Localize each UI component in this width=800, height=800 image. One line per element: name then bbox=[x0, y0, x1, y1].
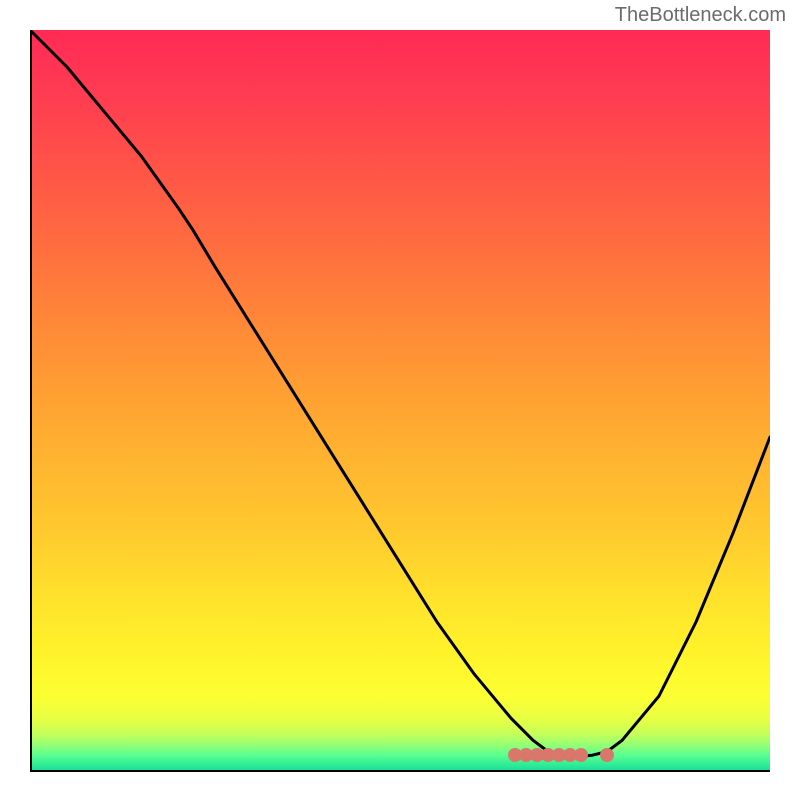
chart-plot-area bbox=[30, 30, 770, 770]
range-marker bbox=[530, 748, 544, 762]
x-axis bbox=[30, 770, 770, 772]
range-marker bbox=[563, 748, 577, 762]
range-marker bbox=[519, 748, 533, 762]
watermark-text: TheBottleneck.com bbox=[615, 4, 786, 27]
range-marker bbox=[600, 748, 614, 762]
range-marker bbox=[574, 748, 588, 762]
range-marker bbox=[552, 748, 566, 762]
range-marker bbox=[541, 748, 555, 762]
bottleneck-curve bbox=[30, 30, 770, 770]
range-marker bbox=[508, 748, 522, 762]
marker-layer bbox=[30, 30, 770, 770]
y-axis bbox=[30, 30, 32, 772]
